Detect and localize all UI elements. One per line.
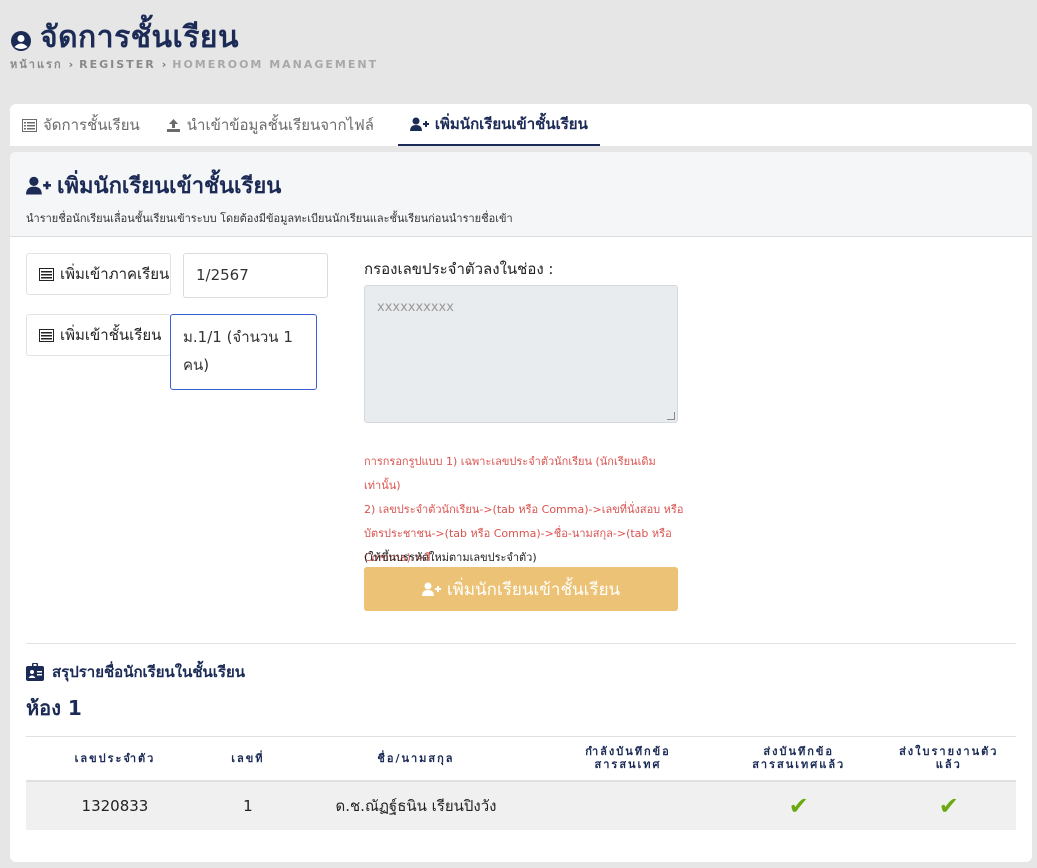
col-number: เลขที่: [203, 736, 292, 782]
user-plus-icon: [26, 176, 51, 196]
room-heading: ห้อง 1: [26, 696, 82, 720]
col-saving: กำลังบันทึกข้อสารสนเทศ: [540, 736, 716, 782]
col-sent-report: ส่งใบรายงานตัวแล้ว: [881, 736, 1016, 782]
col-student-id: เลขประจำตัว: [26, 736, 204, 782]
card-title-text: เพิ่มนักเรียนเข้าชั้นเรียน: [57, 174, 282, 199]
student-table: เลขประจำตัว เลขที่ ชื่อ/นามสกุล กำลังบัน…: [26, 736, 1016, 830]
tab-label: เพิ่มนักเรียนเข้าชั้นเรียน: [434, 115, 588, 133]
list-icon: [22, 118, 37, 132]
table-row[interactable]: 1320833 1 ด.ช.ณัฏฐ์ธนิน เรียนปิงวัง ✔ ✔: [26, 780, 1016, 830]
tab-label: จัดการชั้นเรียน: [43, 116, 140, 134]
list-icon: [39, 267, 54, 281]
user-plus-icon: [421, 582, 441, 597]
card-header: เพิ่มนักเรียนเข้าชั้นเรียน นำรายชื่อนักเ…: [10, 152, 1032, 237]
tab-manage-class[interactable]: จัดการชั้นเรียน: [20, 104, 152, 146]
breadcrumb-current: HOMEROOM MANAGEMENT: [172, 57, 379, 71]
page-title-text: จัดการชั้นเรียน: [40, 20, 240, 55]
term-label: เพิ่มเข้าภาคเรียน: [26, 253, 171, 295]
chevron-right-icon: ›: [161, 57, 167, 71]
cell-saving: [540, 780, 716, 830]
hint-line: บัตรประชาชน->(tab หรือ Comma)->ชื่อ-นามส…: [364, 527, 672, 540]
check-icon: ✔: [938, 791, 959, 820]
summary-title-text: สรุปรายชื่อนักเรียนในชั้นเรียน: [52, 663, 245, 681]
filter-label: กรองเลขประจำตัวลงในช่อง :: [364, 260, 554, 278]
id-badge-icon: [26, 663, 44, 681]
format-note: (ให้ขึ้นบรรทัดใหม่ตามเลขประจำตัว): [364, 551, 537, 564]
divider: [26, 643, 1016, 644]
class-label: เพิ่มเข้าชั้นเรียน: [26, 314, 171, 356]
page-title: จัดการชั้นเรียน: [10, 14, 239, 61]
tab-label: นำเข้าข้อมูลชั้นเรียนจากไฟล์: [186, 116, 374, 134]
cell-number: 1: [203, 780, 292, 830]
cell-sent-report: ✔: [881, 780, 1016, 830]
hint-line: 2) เลขประจำตัวนักเรียน->(tab หรือ Comma)…: [364, 503, 684, 516]
card-subtitle: นำรายชื่อนักเรียนเลื่อนชั้นเรียนเข้าระบบ…: [26, 212, 513, 225]
term-field[interactable]: 1/2567: [183, 253, 328, 298]
table-header-row: เลขประจำตัว เลขที่ ชื่อ/นามสกุล กำลังบัน…: [26, 736, 1016, 782]
breadcrumb: หน้าแรก › REGISTER › HOMEROOM MANAGEMENT: [10, 55, 378, 73]
filter-placeholder: xxxxxxxxxx: [377, 300, 454, 315]
breadcrumb-register[interactable]: REGISTER: [79, 58, 156, 71]
check-icon: ✔: [788, 791, 809, 820]
cell-name: ด.ช.ณัฏฐ์ธนิน เรียนปิงวัง: [291, 780, 541, 830]
chevron-right-icon: ›: [68, 57, 74, 71]
upload-icon: [166, 118, 181, 133]
tab-import-file[interactable]: นำเข้าข้อมูลชั้นเรียนจากไฟล์: [164, 104, 386, 146]
add-student-button[interactable]: เพิ่มนักเรียนเข้าชั้นเรียน: [364, 567, 678, 611]
tab-add-student[interactable]: เพิ่มนักเรียนเข้าชั้นเรียน: [397, 104, 600, 146]
breadcrumb-home[interactable]: หน้าแรก: [10, 55, 63, 73]
class-select[interactable]: ม.1/1 (จำนวน 1 คน): [170, 314, 317, 390]
cell-sent-info: ✔: [715, 780, 882, 830]
card-title: เพิ่มนักเรียนเข้าชั้นเรียน: [26, 168, 1016, 203]
add-student-card: เพิ่มนักเรียนเข้าชั้นเรียน นำรายชื่อนักเ…: [10, 152, 1032, 862]
user-plus-icon: [409, 117, 429, 132]
tab-bar: จัดการชั้นเรียน นำเข้าข้อมูลชั้นเรียนจาก…: [10, 104, 1032, 146]
hint-line: การกรอกรูปแบบ 1) เฉพาะเลขประจำตัวนักเรีย…: [364, 455, 656, 492]
col-name: ชื่อ/นามสกุล: [291, 736, 541, 782]
col-sent-info: ส่งบันทึกข้อสารสนเทศแล้ว: [715, 736, 882, 782]
list-icon: [39, 328, 54, 342]
term-label-text: เพิ่มเข้าภาคเรียน: [60, 265, 170, 283]
summary-title: สรุปรายชื่อนักเรียนในชั้นเรียน: [26, 660, 245, 684]
add-student-button-label: เพิ่มนักเรียนเข้าชั้นเรียน: [446, 579, 621, 600]
cell-student-id: 1320833: [26, 780, 204, 830]
class-label-text: เพิ่มเข้าชั้นเรียน: [60, 326, 162, 344]
resize-handle-icon[interactable]: [667, 412, 675, 420]
filter-textarea[interactable]: xxxxxxxxxx: [364, 285, 678, 423]
user-circle-icon: [10, 30, 32, 52]
